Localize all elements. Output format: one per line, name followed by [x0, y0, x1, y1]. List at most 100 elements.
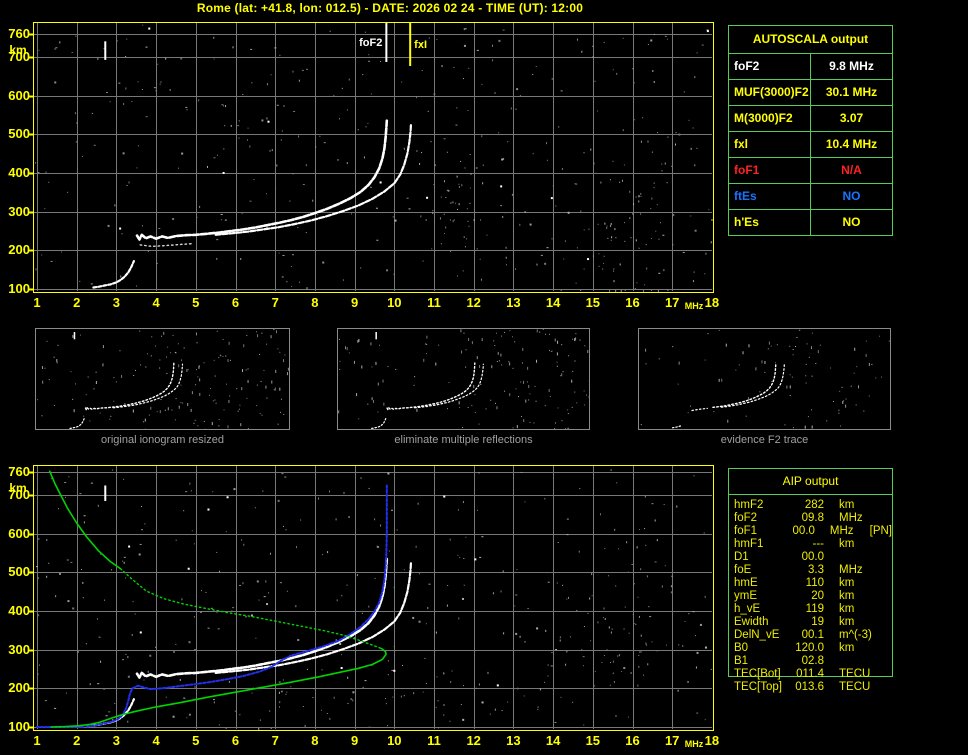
x-tick-label: 7 — [271, 733, 279, 748]
x-tick-label: 3 — [112, 295, 121, 310]
panel-caption: original ionogram resized — [101, 434, 224, 446]
parameter-unit: MHz — [839, 512, 863, 524]
table-row: hmF1 --- km — [729, 538, 892, 551]
table-row: foF1 00.0 MHz [PN] — [729, 525, 892, 538]
table-row: D1 00.0 — [729, 551, 892, 564]
x-tick-label: 9 — [350, 295, 359, 310]
parameter-value: 011.4 — [796, 668, 824, 680]
parameter-value: 30.1 MHz — [825, 85, 878, 99]
parameter-name: fxl — [729, 132, 811, 157]
parameter-value: 00.0 — [801, 551, 824, 563]
table-row: ftEs NO — [729, 183, 892, 209]
mini-ionogram — [640, 329, 890, 429]
x-tick-label: 5 — [192, 733, 200, 748]
x-tick-label: 13 — [506, 295, 521, 310]
parameter-name: Ewidth — [734, 616, 769, 628]
x-tick-label: 4 — [152, 295, 160, 310]
parameter-value: 282 — [804, 499, 824, 511]
processing-panel — [337, 328, 590, 432]
parameter-value: 10.4 MHz — [825, 137, 878, 151]
panel-caption: evidence F2 trace — [720, 434, 809, 446]
parameter-value: NO — [842, 215, 861, 229]
parameter-name: TEC[Top] — [734, 681, 782, 693]
table-row: MUF(3000)F2 30.1 MHz — [729, 79, 892, 105]
parameter-flag: [PN] — [869, 525, 892, 537]
x-tick-label: 15 — [585, 733, 601, 748]
x-tick-label: 2 — [73, 295, 81, 310]
parameter-name: h'Es — [729, 210, 811, 235]
autoscala-table-header: AUTOSCALA output — [752, 32, 869, 46]
parameter-unit: m^(-3) — [839, 629, 872, 641]
aip-output-table: AIP output hmF2 282 km foF2 09.8 MHz foF1 00.0 M… — [728, 468, 893, 693]
parameter-name: foF1 — [734, 525, 758, 537]
x-tick-label: 12 — [466, 295, 481, 310]
table-row: hmF2 282 km — [729, 499, 892, 512]
processing-panel — [35, 328, 290, 432]
table-row: h'Es NO — [729, 209, 892, 235]
parameter-value: 120.0 — [795, 642, 824, 654]
y-tick-label: 200 — [8, 680, 30, 696]
table-row: TEC[Bot] 011.4 TECU — [729, 668, 892, 681]
parameter-value: 20 — [811, 590, 824, 602]
processing-panel — [638, 328, 891, 430]
x-tick-label: 2 — [73, 733, 81, 748]
parameter-value: 3.07 — [839, 111, 864, 125]
y-tick-label: 500 — [8, 564, 30, 580]
parameter-name: ymE — [734, 590, 757, 602]
parameter-unit: km — [839, 603, 855, 615]
parameter-unit: MHz — [829, 525, 854, 537]
y-tick-label: 600 — [8, 525, 30, 541]
table-row: TEC[Top] 013.6 TECU — [729, 681, 892, 694]
x-tick-label: 6 — [231, 295, 240, 310]
parameter-value: 00.1 — [801, 629, 824, 641]
y-tick-label: 200 — [8, 242, 30, 258]
table-row: foF2 09.8 MHz — [729, 512, 892, 525]
parameter-unit — [839, 655, 881, 668]
x-tick-label: 14 — [545, 733, 561, 748]
autoscala-table-rows: foF2 9.8 MHz MUF(3000)F2 30.1 MHz M(3000)F2 3… — [729, 53, 892, 235]
parameter-name: MUF(3000)F2 — [729, 80, 811, 105]
parameter-name: DelN_vE — [734, 629, 780, 641]
parameter-value: NO — [842, 189, 861, 203]
parameter-value: 013.6 — [795, 681, 824, 693]
x-tick-label: 8 — [311, 295, 319, 310]
x-axis-unit-label: MHz — [684, 301, 704, 311]
parameter-name: foF2 — [734, 512, 758, 524]
parameter-value: --- — [812, 538, 825, 550]
table-row: h_vE 119 km — [729, 603, 892, 616]
parameter-unit: TECU — [839, 668, 871, 680]
parameter-name: foF1 — [729, 158, 811, 183]
parameter-value: 119 — [805, 603, 824, 615]
table-row: foF1 N/A — [729, 157, 892, 183]
parameter-name: D1 — [734, 551, 749, 563]
parameter-value: 00.0 — [792, 525, 815, 537]
x-tick-label: 3 — [112, 733, 121, 748]
parameter-unit — [839, 551, 881, 564]
parameter-unit: km — [839, 590, 855, 602]
x-tick-label: 17 — [664, 295, 680, 310]
mini-ionogram — [338, 329, 590, 432]
y-tick-label: 400 — [8, 603, 30, 619]
y-tick-label: 600 — [8, 87, 30, 103]
parameter-name: B1 — [734, 655, 749, 667]
y-axis-unit-label: km — [9, 42, 27, 57]
aip-table-rows: hmF2 282 km foF2 09.8 MHz foF1 00.0 MHz [PN] hmF1 -… — [729, 499, 892, 694]
parameter-unit: km — [839, 577, 855, 589]
y-tick-label: 400 — [8, 164, 30, 180]
x-tick-label: 1 — [33, 295, 41, 310]
x-tick-label: 5 — [192, 295, 200, 310]
x-tick-label: 7 — [271, 295, 279, 310]
x-tick-label: 11 — [427, 733, 441, 748]
y-tick-label: 760 — [8, 25, 30, 41]
parameter-value: 02.8 — [801, 655, 824, 667]
parameter-value: 110 — [805, 577, 824, 589]
x-tick-label: 16 — [625, 733, 640, 748]
parameter-value: 19 — [811, 616, 824, 628]
parameter-unit: km — [839, 538, 855, 550]
x-axis-unit-label: MHz — [684, 739, 704, 749]
parameter-name: ftEs — [729, 184, 811, 209]
y-tick-label: 300 — [8, 641, 30, 657]
parameter-value: 9.8 MHz — [829, 59, 874, 73]
parameter-value: 3.3 — [808, 564, 824, 576]
table-row: M(3000)F2 3.07 — [729, 105, 892, 131]
